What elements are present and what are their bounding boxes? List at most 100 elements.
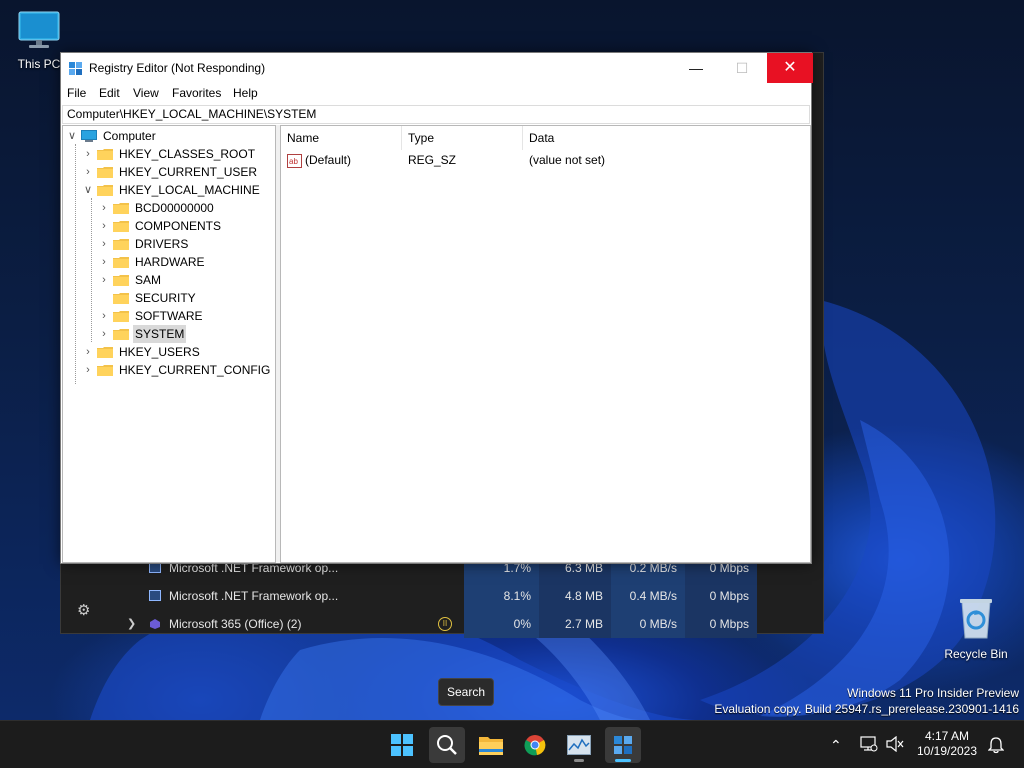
folder-open-icon (97, 185, 113, 196)
folder-icon (113, 275, 129, 286)
address-bar[interactable]: Computer\HKEY_LOCAL_MACHINE\SYSTEM (62, 105, 810, 124)
folder-icon (97, 347, 113, 358)
folder-icon (113, 203, 129, 214)
process-memory: 2.7 MB (539, 610, 611, 638)
tree-label: HKEY_CURRENT_USER (119, 165, 258, 179)
search-icon (437, 735, 457, 755)
tree-label: HKEY_USERS (119, 345, 200, 359)
chevron-right-icon[interactable]: › (99, 307, 109, 325)
title-bar[interactable]: Registry Editor (Not Responding) — ☐ ✕ (61, 53, 813, 83)
watermark-line-1: Windows 11 Pro Insider Preview (847, 686, 1019, 700)
folder-icon (97, 365, 113, 376)
tree-guide-line (75, 144, 76, 384)
chevron-right-icon[interactable]: › (99, 235, 109, 253)
tree-label: BCD00000000 (135, 201, 214, 215)
chevron-down-icon[interactable]: ∨ (83, 181, 93, 199)
folder-icon (113, 257, 129, 268)
minimize-button[interactable]: — (673, 53, 719, 83)
chevron-right-icon[interactable]: › (99, 271, 109, 289)
chevron-right-icon[interactable]: › (99, 325, 109, 343)
running-indicator (574, 759, 584, 762)
folder-icon (97, 149, 113, 160)
process-cpu: 8.1% (464, 582, 539, 610)
registry-editor-window: Registry Editor (Not Responding) — ☐ ✕ F… (60, 52, 813, 564)
tree-label: HKEY_CURRENT_CONFIG (119, 363, 271, 377)
chevron-right-icon[interactable]: › (99, 217, 109, 235)
tree-guide-line (91, 198, 92, 342)
key-tree-pane[interactable]: ∨ Computer › HKEY_CLASSES_ROOT › HKEY_CU… (62, 125, 276, 563)
recycle-bin-label: Recycle Bin (944, 647, 1008, 661)
start-button[interactable] (384, 727, 420, 763)
search-tooltip: Search (438, 678, 494, 706)
folder-icon (97, 167, 113, 178)
chevron-right-icon[interactable]: › (83, 361, 93, 379)
volume-muted-icon[interactable] (886, 736, 904, 752)
chevron-right-icon[interactable]: › (83, 343, 93, 361)
process-name: Microsoft .NET Framework op... (169, 589, 339, 603)
folder-icon (113, 221, 129, 232)
show-hidden-icons-chevron-icon[interactable]: ⌃ (830, 737, 842, 754)
active-indicator (615, 759, 631, 762)
tree-label-selected: SYSTEM (133, 325, 187, 343)
process-disk: 0 MB/s (611, 610, 685, 638)
chevron-right-icon[interactable]: › (83, 145, 93, 163)
notification-bell-icon[interactable] (988, 736, 1004, 754)
chevron-right-icon[interactable]: › (83, 163, 93, 181)
menu-help[interactable]: Help (233, 86, 258, 100)
tree-label: SECURITY (135, 291, 196, 305)
chrome-button[interactable] (517, 727, 553, 763)
chevron-right-icon[interactable]: › (99, 199, 109, 217)
menu-file[interactable]: File (67, 86, 86, 100)
tree-label: SOFTWARE (135, 309, 203, 323)
close-button[interactable]: ✕ (767, 53, 813, 83)
menu-bar: File Edit View Favorites Help (61, 83, 811, 103)
office-icon (150, 619, 160, 629)
registry-editor-button[interactable] (605, 727, 641, 763)
svg-text:ab: ab (289, 157, 298, 166)
menu-edit[interactable]: Edit (99, 86, 120, 100)
process-memory: 4.8 MB (539, 582, 611, 610)
tree-label: SAM (135, 273, 162, 287)
column-header-name[interactable]: Name (281, 126, 401, 150)
search-button[interactable] (429, 727, 465, 763)
window-title: Registry Editor (Not Responding) (89, 61, 266, 75)
folder-icon (113, 239, 129, 250)
value-type: REG_SZ (408, 153, 457, 167)
tree-label: COMPONENTS (135, 219, 222, 233)
values-list-pane[interactable]: Name Type Data ab (Default) REG_SZ (valu… (280, 125, 811, 563)
file-explorer-button[interactable] (473, 727, 509, 763)
expand-chevron-icon[interactable]: ❯ (127, 610, 136, 638)
regedit-app-icon (69, 62, 82, 75)
settings-gear-icon[interactable]: ⚙ (77, 601, 95, 619)
tree-label: DRIVERS (135, 237, 189, 251)
task-manager-button[interactable] (561, 727, 597, 763)
monitor-icon (18, 11, 60, 48)
tree-label: HKEY_CLASSES_ROOT (119, 147, 256, 161)
maximize-button[interactable]: ☐ (719, 53, 765, 83)
column-header-data[interactable]: Data (523, 126, 803, 150)
menu-favorites[interactable]: Favorites (172, 86, 221, 100)
clock-date: 10/19/2023 (916, 744, 978, 758)
chrome-icon (524, 735, 546, 756)
string-value-icon: ab (287, 154, 302, 168)
process-disk: 0.4 MB/s (611, 582, 685, 610)
network-icon[interactable] (860, 736, 878, 752)
process-network: 0 Mbps (685, 582, 757, 610)
watermark-line-2: Evaluation copy. Build 25947.rs_prerelea… (714, 702, 1019, 716)
process-row[interactable]: Microsoft .NET Framework op... 8.1% 4.8 … (61, 582, 825, 610)
value-name: (Default) (305, 153, 352, 167)
recycle-bin-desktop-icon[interactable]: Recycle Bin (940, 596, 1012, 661)
tree-label: Computer (103, 129, 156, 143)
menu-view[interactable]: View (133, 86, 159, 100)
chevron-right-icon[interactable]: › (99, 253, 109, 271)
taskbar: ⌃ (0, 720, 1024, 768)
process-row[interactable]: ❯ Microsoft 365 (Office) (2) II 0% 2.7 M… (61, 610, 825, 638)
chevron-down-icon[interactable]: ∨ (67, 127, 77, 145)
regedit-icon (614, 736, 632, 754)
process-network: 0 Mbps (685, 610, 757, 638)
computer-icon (81, 130, 97, 142)
system-clock[interactable]: 4:17 AM 10/19/2023 (912, 729, 982, 759)
suspended-icon: II (438, 617, 452, 631)
task-manager-icon (567, 735, 591, 755)
column-header-type[interactable]: Type (402, 126, 522, 150)
